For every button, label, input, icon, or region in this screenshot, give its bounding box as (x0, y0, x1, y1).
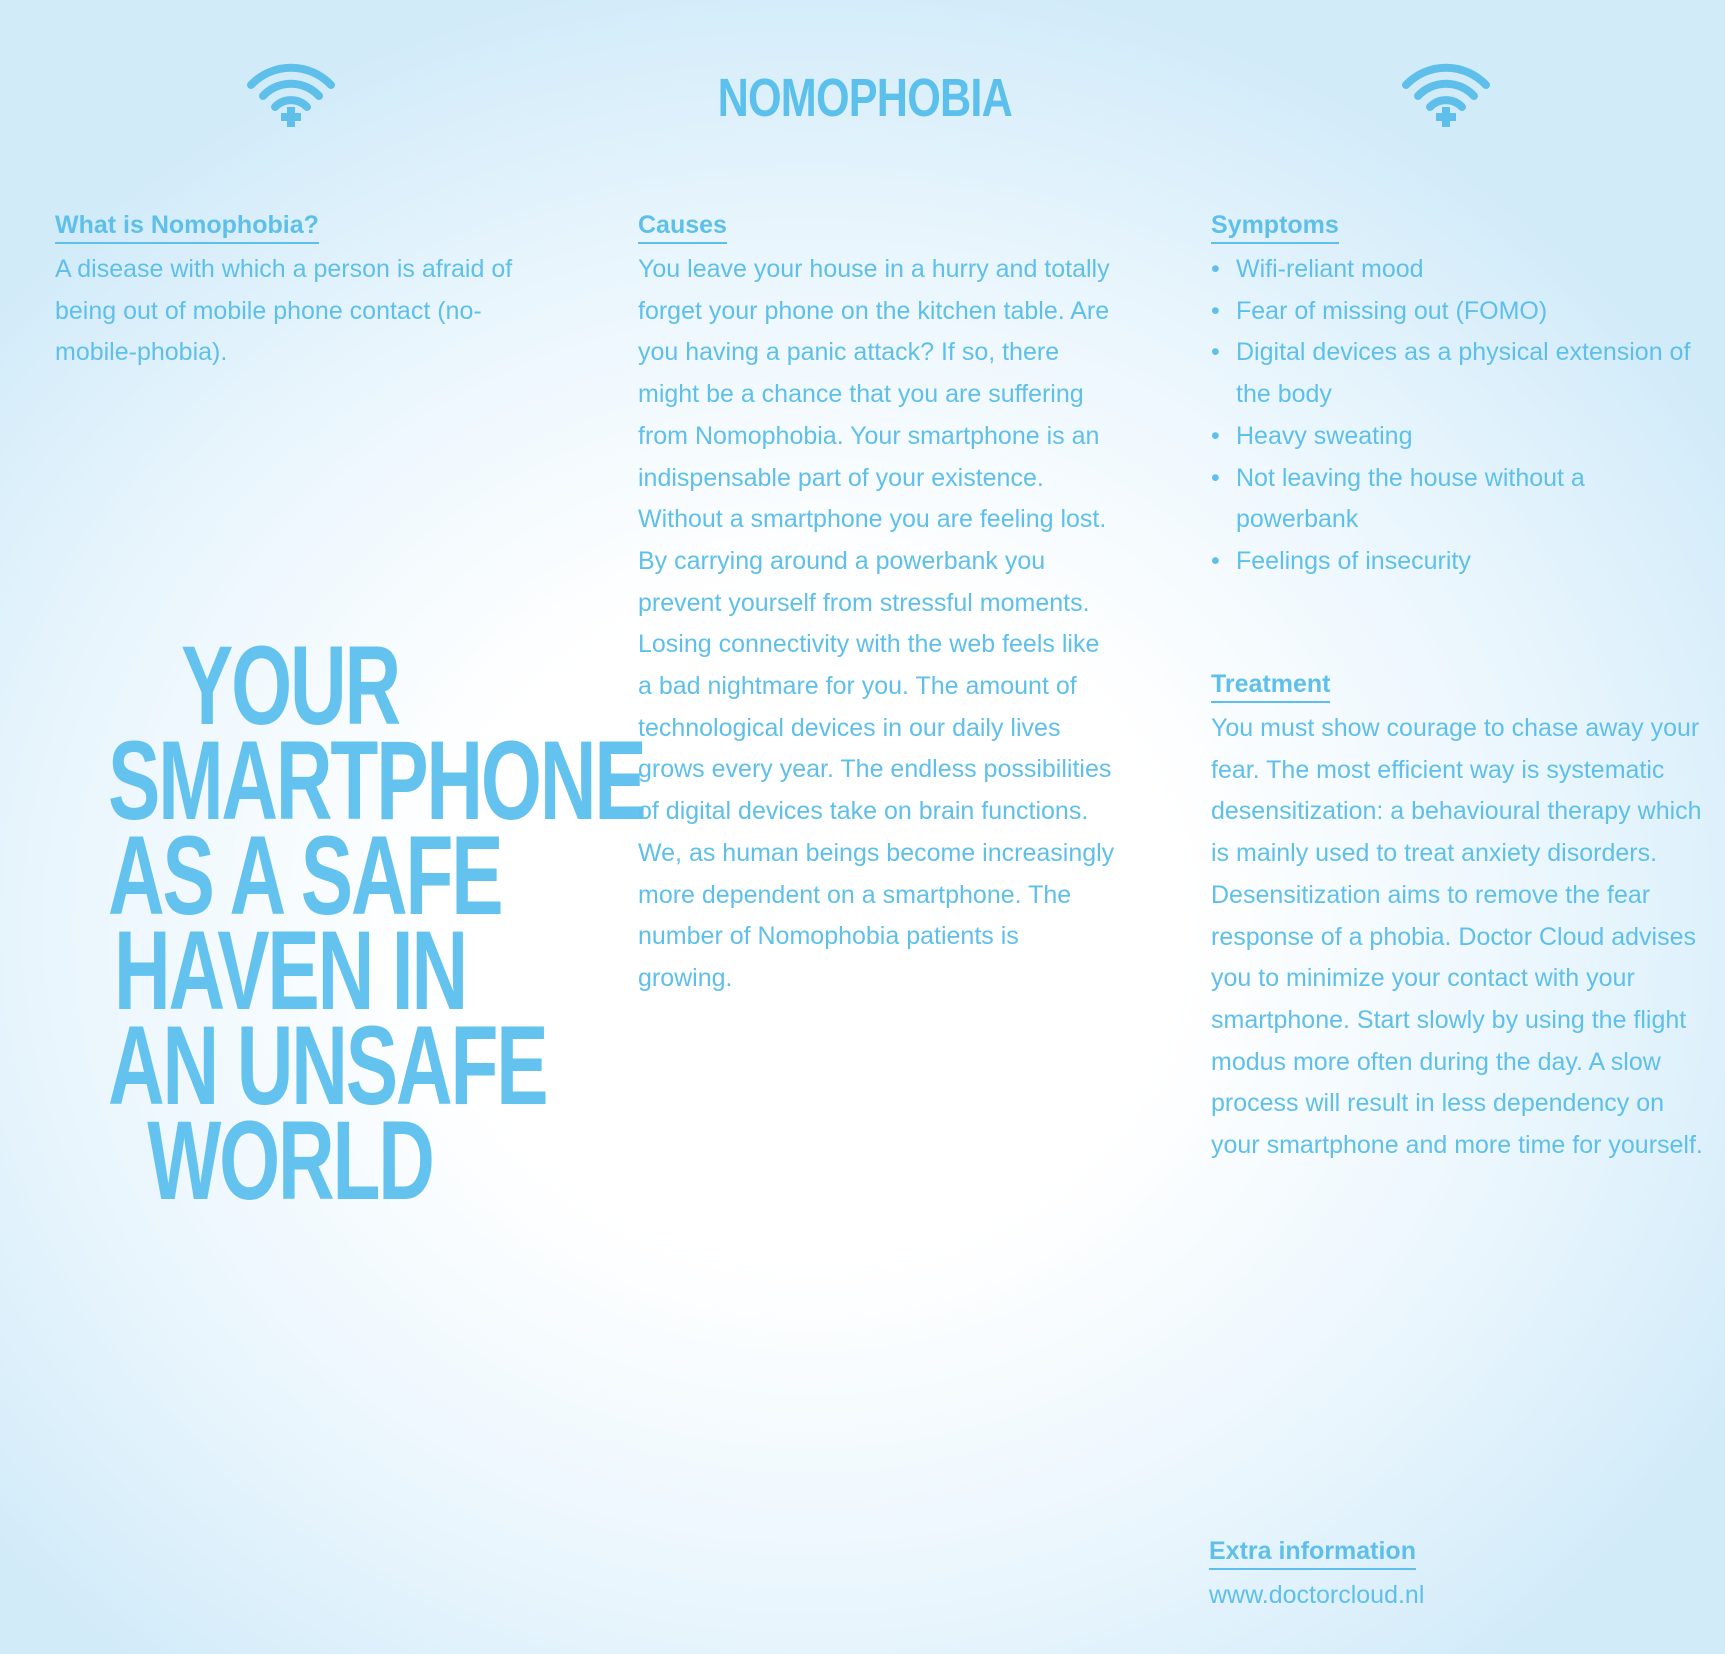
causes-section: Causes You leave your house in a hurry a… (638, 205, 1118, 1000)
slogan-line: WORLD (147, 1098, 435, 1223)
treatment-body: You must show courage to chase away your… (1211, 714, 1703, 1160)
what-is-body: A disease with which a person is afraid … (55, 255, 513, 367)
list-item: Wifi-reliant mood (1211, 249, 1711, 291)
list-item: Fear of missing out (FOMO) (1211, 291, 1711, 333)
treatment-section: Treatment You must show courage to chase… (1211, 664, 1711, 1167)
what-is-section: What is Nomophobia? A disease with which… (55, 205, 555, 374)
list-item: Not leaving the house without a powerban… (1211, 458, 1711, 541)
website-link[interactable]: www.doctorcloud.nl (1209, 1575, 1709, 1617)
list-item: Feelings of insecurity (1211, 541, 1711, 583)
page-title: NOMOPHOBIA (717, 68, 1013, 128)
causes-body-2: We, as human beings become increasingly … (638, 838, 1115, 992)
causes-heading: Causes (638, 208, 727, 244)
list-item: Digital devices as a physical extension … (1211, 332, 1711, 415)
treatment-heading: Treatment (1211, 667, 1331, 703)
slogan: YOUR SMARTPHONE AS A SAFE HAVEN IN AN UN… (108, 630, 647, 1223)
list-item: Heavy sweating (1211, 416, 1711, 458)
what-is-heading: What is Nomophobia? (55, 208, 319, 244)
symptoms-section: Symptoms Wifi-reliant mood Fear of missi… (1211, 205, 1711, 583)
causes-body: You leave your house in a hurry and tota… (638, 255, 1112, 826)
symptoms-list: Wifi-reliant mood Fear of missing out (F… (1211, 249, 1711, 583)
extra-info-heading: Extra information (1209, 1534, 1416, 1570)
extra-info-section: Extra information www.doctorcloud.nl (1209, 1531, 1709, 1617)
symptoms-heading: Symptoms (1211, 208, 1339, 244)
